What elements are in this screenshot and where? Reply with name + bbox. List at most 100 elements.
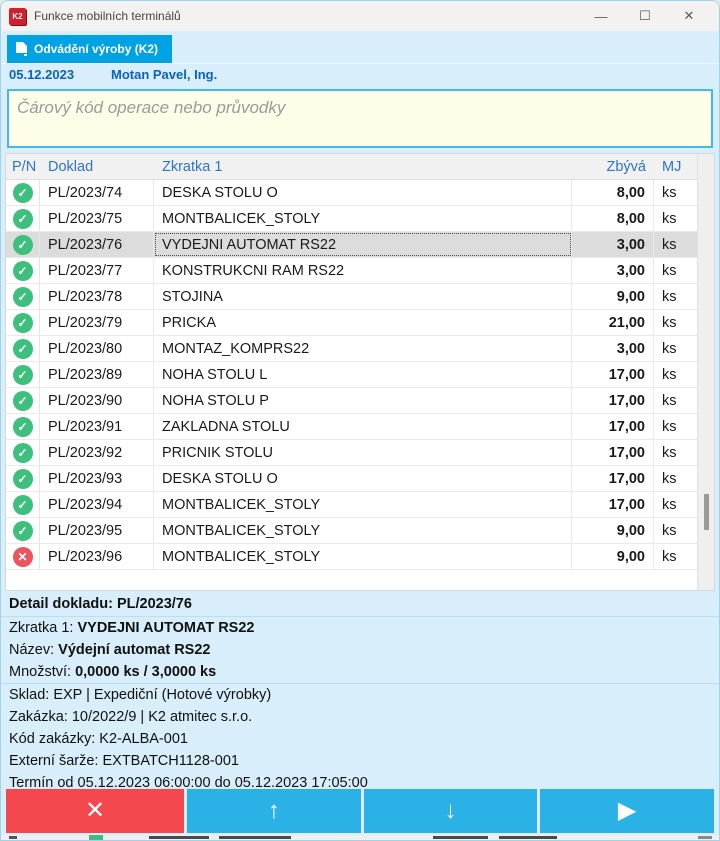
- detail-line: Název: Výdejní automat RS22: [1, 639, 719, 661]
- detail-title: Detail dokladu: PL/2023/76: [1, 594, 719, 617]
- column-header-mj: MJ: [662, 158, 682, 175]
- vertical-scrollbar[interactable]: [697, 154, 714, 590]
- table-row[interactable]: ✓ PL/2023/80 MONTAZ_KOMPRS22 3,00 ks: [6, 336, 697, 362]
- table-row[interactable]: ✓ PL/2023/89 NOHA STOLU L 17,00 ks: [6, 362, 697, 388]
- cell-mj: ks: [662, 496, 677, 513]
- cell-mj: ks: [662, 366, 677, 383]
- window-title: Funkce mobilních terminálů: [34, 9, 181, 23]
- cell-zkratka: STOJINA: [154, 284, 572, 309]
- status-ok-icon: ✓: [12, 520, 33, 541]
- detail-value: EXTBATCH1128-001: [98, 753, 239, 769]
- cell-zkratka: NOHA STOLU L: [154, 362, 572, 387]
- cell-zkratka: PRICNIK STOLU: [154, 440, 572, 465]
- status-ok-icon: ✓: [12, 338, 33, 359]
- cell-zkratka: MONTBALICEK_STOLY: [154, 206, 572, 231]
- table-row[interactable]: ✓ PL/2023/92 PRICNIK STOLU 17,00 ks: [6, 440, 697, 466]
- table-row[interactable]: ✓ PL/2023/90 NOHA STOLU P 17,00 ks: [6, 388, 697, 414]
- cell-doklad: PL/2023/92: [40, 440, 154, 465]
- scan-input-area: [1, 85, 719, 153]
- detail-line: Sklad: EXP | Expediční (Hotové výrobky): [1, 684, 719, 706]
- status-ok-icon: ✓: [12, 416, 33, 437]
- detail-line: Externí šarže: EXTBATCH1128-001: [1, 750, 719, 772]
- cell-zkratka: ZAKLADNA STOLU: [154, 414, 572, 439]
- status-ok-icon: ✓: [12, 260, 33, 281]
- move-up-button[interactable]: ↑: [187, 789, 361, 833]
- cell-zkratka: NOHA STOLU P: [154, 388, 572, 413]
- document-table: P/N Doklad Zkratka 1 Zbývá MJ ✓ PL/2023/…: [5, 153, 715, 591]
- tab-bar: Odvádění výroby (K2): [1, 31, 719, 63]
- status-ok-icon: ✓: [12, 182, 33, 203]
- detail-line: Zkratka 1: VYDEJNI AUTOMAT RS22: [1, 617, 719, 639]
- background-window-sliver: [1, 835, 719, 840]
- status-ok-icon: ✓: [12, 494, 33, 515]
- table-row[interactable]: ✓ PL/2023/95 MONTBALICEK_STOLY 9,00 ks: [6, 518, 697, 544]
- table-row[interactable]: ✓ PL/2023/91 ZAKLADNA STOLU 17,00 ks: [6, 414, 697, 440]
- cell-doklad: PL/2023/91: [40, 414, 154, 439]
- tab-odvadeni-vyroby[interactable]: Odvádění výroby (K2): [7, 35, 173, 63]
- move-down-button[interactable]: ↓: [363, 789, 538, 833]
- detail-value: K2-ALBA-001: [95, 731, 188, 747]
- barcode-input[interactable]: [7, 89, 713, 148]
- scrollbar-thumb[interactable]: [704, 494, 709, 530]
- detail-value: 10/2022/9 | K2 atmitec s.r.o.: [67, 709, 253, 725]
- table-row[interactable]: ✓ PL/2023/93 DESKA STOLU O 17,00 ks: [6, 466, 697, 492]
- cell-zbyva: 8,00: [572, 206, 654, 231]
- cell-zbyva: 17,00: [572, 466, 654, 491]
- cell-mj: ks: [662, 470, 677, 487]
- detail-value: Výdejní automat RS22: [54, 642, 211, 658]
- detail-label: Zakázka:: [9, 709, 68, 725]
- user-label: Motan Pavel, Ing.: [111, 67, 218, 82]
- tab-label: Odvádění výroby (K2): [34, 42, 159, 56]
- table-row[interactable]: ✓ PL/2023/79 PRICKA 21,00 ks: [6, 310, 697, 336]
- detail-lines: Zkratka 1: VYDEJNI AUTOMAT RS22 Název: V…: [1, 617, 719, 787]
- k2-logo-icon: K2: [9, 7, 26, 25]
- column-header-pn: P/N: [12, 158, 37, 175]
- cell-mj: ks: [662, 236, 677, 253]
- table-row[interactable]: ✓ PL/2023/76 VYDEJNI AUTOMAT RS22 3,00 k…: [6, 232, 697, 258]
- window-controls: — ☐ ✕: [579, 1, 711, 31]
- cell-doklad: PL/2023/77: [40, 258, 154, 283]
- status-ok-icon: ✓: [12, 442, 33, 463]
- detail-label: Externí šarže:: [9, 753, 99, 769]
- cell-doklad: PL/2023/74: [40, 180, 154, 205]
- cell-doklad: PL/2023/93: [40, 466, 154, 491]
- cancel-button[interactable]: ✕: [6, 789, 184, 833]
- date-label: 05.12.2023: [9, 67, 75, 82]
- table-row[interactable]: ✓ PL/2023/75 MONTBALICEK_STOLY 8,00 ks: [6, 206, 697, 232]
- detail-value: EXP | Expediční (Hotové výrobky): [49, 687, 272, 703]
- cell-zbyva: 17,00: [572, 362, 654, 387]
- document-table-body: ✓ PL/2023/74 DESKA STOLU O 8,00 ks ✓ PL/…: [6, 180, 697, 570]
- table-row[interactable]: ✓ PL/2023/74 DESKA STOLU O 8,00 ks: [6, 180, 697, 206]
- status-ok-icon: ✓: [12, 286, 33, 307]
- cell-doklad: PL/2023/79: [40, 310, 154, 335]
- detail-panel: Detail dokladu: PL/2023/76 Zkratka 1: VY…: [1, 591, 719, 787]
- column-header-doklad: Doklad: [48, 158, 94, 175]
- cell-zkratka: PRICKA: [154, 310, 572, 335]
- status-ok-icon: ✓: [12, 468, 33, 489]
- cell-zkratka: DESKA STOLU O: [154, 466, 572, 491]
- confirm-button[interactable]: ▶: [540, 789, 714, 833]
- cell-mj: ks: [662, 288, 677, 305]
- minimize-button[interactable]: —: [579, 1, 623, 31]
- cell-mj: ks: [662, 418, 677, 435]
- app-window: K2 Funkce mobilních terminálů — ☐ ✕ Odvá…: [0, 0, 720, 841]
- cell-mj: ks: [662, 444, 677, 461]
- table-row[interactable]: ✓ PL/2023/94 MONTBALICEK_STOLY 17,00 ks: [6, 492, 697, 518]
- info-bar: 05.12.2023 Motan Pavel, Ing.: [1, 63, 719, 85]
- detail-label: Zkratka 1:: [9, 620, 74, 636]
- table-row[interactable]: ✕ PL/2023/96 MONTBALICEK_STOLY 9,00 ks: [6, 544, 697, 570]
- cell-zbyva: 17,00: [572, 388, 654, 413]
- detail-line: Kód zakázky: K2-ALBA-001: [1, 728, 719, 750]
- table-row[interactable]: ✓ PL/2023/77 KONSTRUKCNI RAM RS22 3,00 k…: [6, 258, 697, 284]
- cell-zbyva: 9,00: [572, 544, 654, 569]
- status-ok-icon: ✓: [12, 208, 33, 229]
- close-button[interactable]: ✕: [667, 1, 711, 31]
- cell-zkratka: VYDEJNI AUTOMAT RS22: [154, 232, 572, 257]
- cell-mj: ks: [662, 210, 677, 227]
- maximize-button[interactable]: ☐: [623, 1, 667, 31]
- detail-label: Termín od 05.12.2023 06:00:00 do 05.12.2…: [9, 775, 368, 787]
- cell-doklad: PL/2023/76: [40, 232, 154, 257]
- table-row[interactable]: ✓ PL/2023/78 STOJINA 9,00 ks: [6, 284, 697, 310]
- status-error-icon: ✕: [12, 546, 33, 567]
- title-bar: K2 Funkce mobilních terminálů — ☐ ✕: [1, 1, 719, 31]
